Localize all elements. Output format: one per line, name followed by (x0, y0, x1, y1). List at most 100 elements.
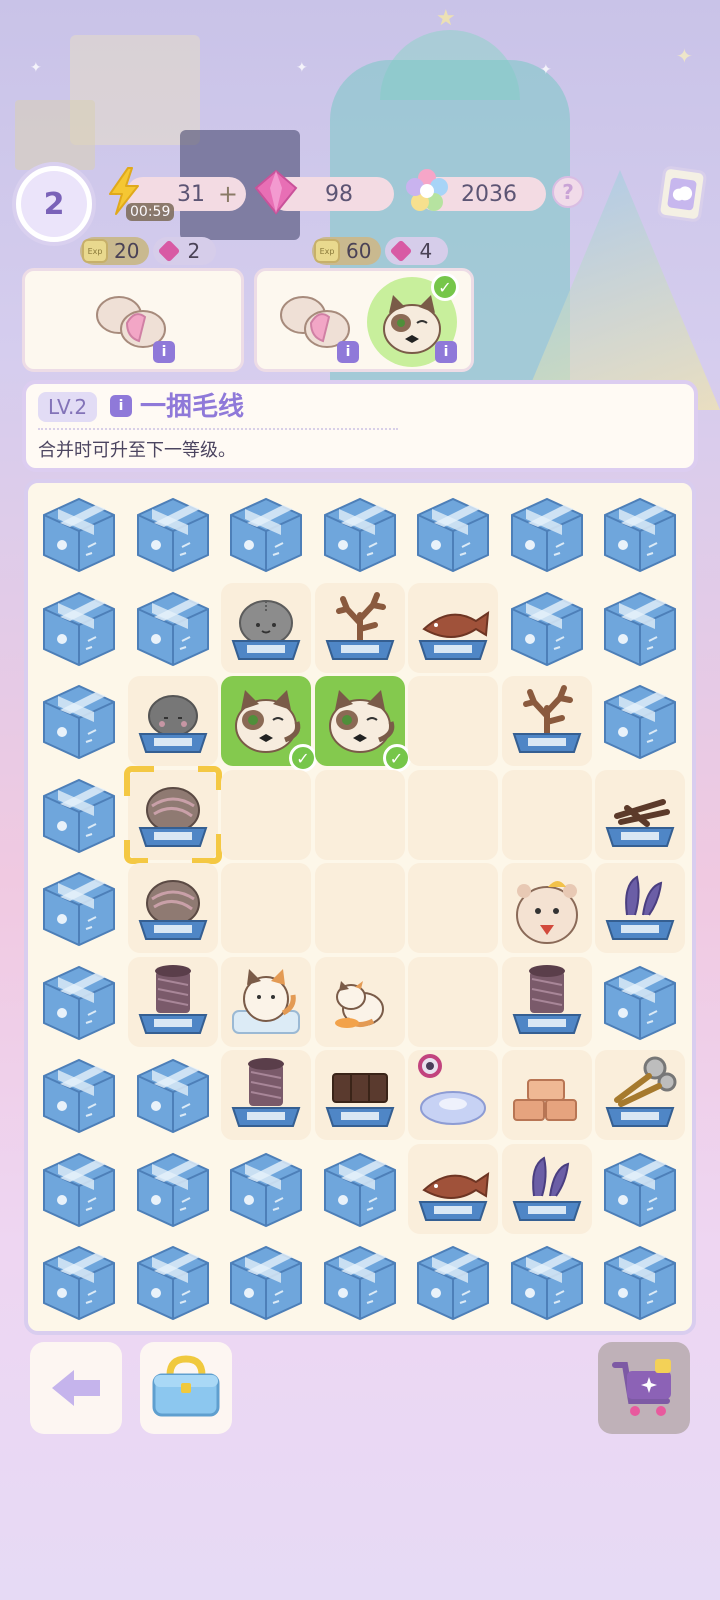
board-cell[interactable] (315, 1237, 405, 1327)
board-cell[interactable] (315, 489, 405, 579)
gem-reward: 4 (385, 237, 449, 265)
inventory-button[interactable] (140, 1342, 232, 1434)
board-cell[interactable] (34, 676, 124, 766)
board-cell[interactable] (221, 1050, 311, 1140)
mystery-box-icon (597, 491, 683, 577)
wood-sticks-icon (597, 772, 683, 858)
board-cell[interactable] (408, 1237, 498, 1327)
board-cell[interactable]: ✓ (221, 676, 317, 772)
item-description: 合并时可升至下一等级。 (38, 440, 236, 461)
cat-cushion-icon (410, 1052, 496, 1138)
board-cell[interactable] (314, 956, 405, 1047)
add-energy-button[interactable]: + (218, 177, 238, 211)
board-cell[interactable] (34, 1237, 124, 1327)
gem-icon (390, 239, 413, 263)
board-cell[interactable] (34, 1050, 124, 1140)
flower-bin-icon (504, 1146, 590, 1232)
board-cell[interactable] (34, 957, 124, 1047)
info-icon[interactable]: i (435, 341, 457, 363)
board-cell[interactable] (314, 769, 405, 860)
mystery-box-icon (36, 1052, 122, 1138)
board-cell[interactable] (128, 489, 218, 579)
board-cell[interactable] (314, 582, 405, 673)
help-button[interactable]: ? (552, 176, 584, 208)
board-cell[interactable] (408, 582, 498, 673)
board-cell[interactable] (221, 582, 311, 673)
board-cell[interactable] (408, 676, 498, 766)
mystery-box-icon (317, 1239, 403, 1325)
board-cell[interactable] (501, 863, 592, 953)
rainbow-flower-icon (404, 168, 450, 214)
board-cell[interactable] (128, 1144, 218, 1234)
mystery-box-icon (597, 1146, 683, 1232)
mystery-box-icon (36, 959, 122, 1045)
board-cell[interactable] (221, 1237, 311, 1327)
board-cell[interactable] (595, 957, 685, 1047)
coin-icon: Exp (82, 239, 108, 263)
player-level-badge[interactable]: 2 (12, 162, 96, 246)
board-cell[interactable] (595, 1144, 685, 1234)
board-cell[interactable] (502, 489, 592, 579)
mystery-box-icon (223, 1146, 309, 1232)
board-cell[interactable] (127, 863, 218, 953)
board-cell[interactable] (34, 583, 124, 673)
board-cell[interactable] (128, 1050, 218, 1140)
board-cell[interactable] (127, 676, 218, 766)
info-icon[interactable]: i (337, 341, 359, 363)
board-cell[interactable] (501, 676, 592, 766)
board-cell[interactable] (128, 583, 218, 673)
info-icon[interactable]: i (153, 341, 175, 363)
board-cell[interactable] (221, 863, 311, 953)
mystery-box-icon (36, 1239, 122, 1325)
mystery-box-icon (36, 772, 122, 858)
board-cell[interactable] (595, 769, 685, 860)
hamster-icon (504, 865, 590, 951)
board-cell[interactable] (221, 956, 311, 1047)
board-cell[interactable] (34, 489, 124, 579)
undo-button[interactable] (30, 1342, 122, 1434)
coral-branch-icon (317, 585, 403, 671)
board-cell[interactable] (501, 956, 592, 1047)
pink-gem-icon (252, 168, 300, 216)
taiyaki-fish-icon (410, 585, 496, 671)
board-cell[interactable] (595, 489, 685, 579)
sparkle-icon: ✦ (540, 62, 552, 78)
board-cell[interactable] (501, 769, 592, 860)
board-cell[interactable] (127, 956, 218, 1047)
board-cell[interactable] (314, 863, 405, 953)
thread-spool-icon (130, 959, 216, 1045)
mystery-box-icon (223, 1239, 309, 1325)
board-cell[interactable] (408, 956, 498, 1047)
mystery-box-icon (504, 1239, 590, 1325)
board-cell[interactable] (408, 863, 498, 953)
board-cell[interactable] (408, 1050, 498, 1140)
board-cell[interactable] (34, 770, 124, 860)
board-cell[interactable] (408, 1143, 498, 1234)
board-cell[interactable] (502, 1237, 592, 1327)
board-cell[interactable] (123, 765, 222, 864)
board-cell[interactable] (315, 1144, 405, 1234)
board-cell[interactable] (221, 489, 311, 579)
card-collection-button[interactable] (656, 165, 708, 223)
board-cell[interactable]: ✓ (314, 676, 411, 772)
board-cell[interactable] (314, 1050, 405, 1140)
board-cell[interactable] (502, 583, 592, 673)
board-cell[interactable] (221, 769, 311, 860)
board-cell[interactable] (221, 1144, 311, 1234)
order-card-2[interactable]: i i ✓ (254, 268, 474, 372)
board-cell[interactable] (595, 583, 685, 673)
shop-cart-button[interactable] (598, 1342, 690, 1434)
board-cell[interactable] (408, 769, 498, 860)
board-cell[interactable] (595, 1050, 685, 1140)
board-cell[interactable] (501, 1143, 592, 1234)
info-icon[interactable]: i (110, 395, 132, 417)
board-cell[interactable] (128, 1237, 218, 1327)
board-cell[interactable] (595, 1237, 685, 1327)
board-cell[interactable] (501, 1050, 592, 1140)
order-card-1[interactable]: i (22, 268, 244, 372)
board-cell[interactable] (595, 863, 685, 953)
board-cell[interactable] (34, 863, 124, 953)
board-cell[interactable] (34, 1144, 124, 1234)
board-cell[interactable] (595, 676, 685, 766)
board-cell[interactable] (408, 489, 498, 579)
